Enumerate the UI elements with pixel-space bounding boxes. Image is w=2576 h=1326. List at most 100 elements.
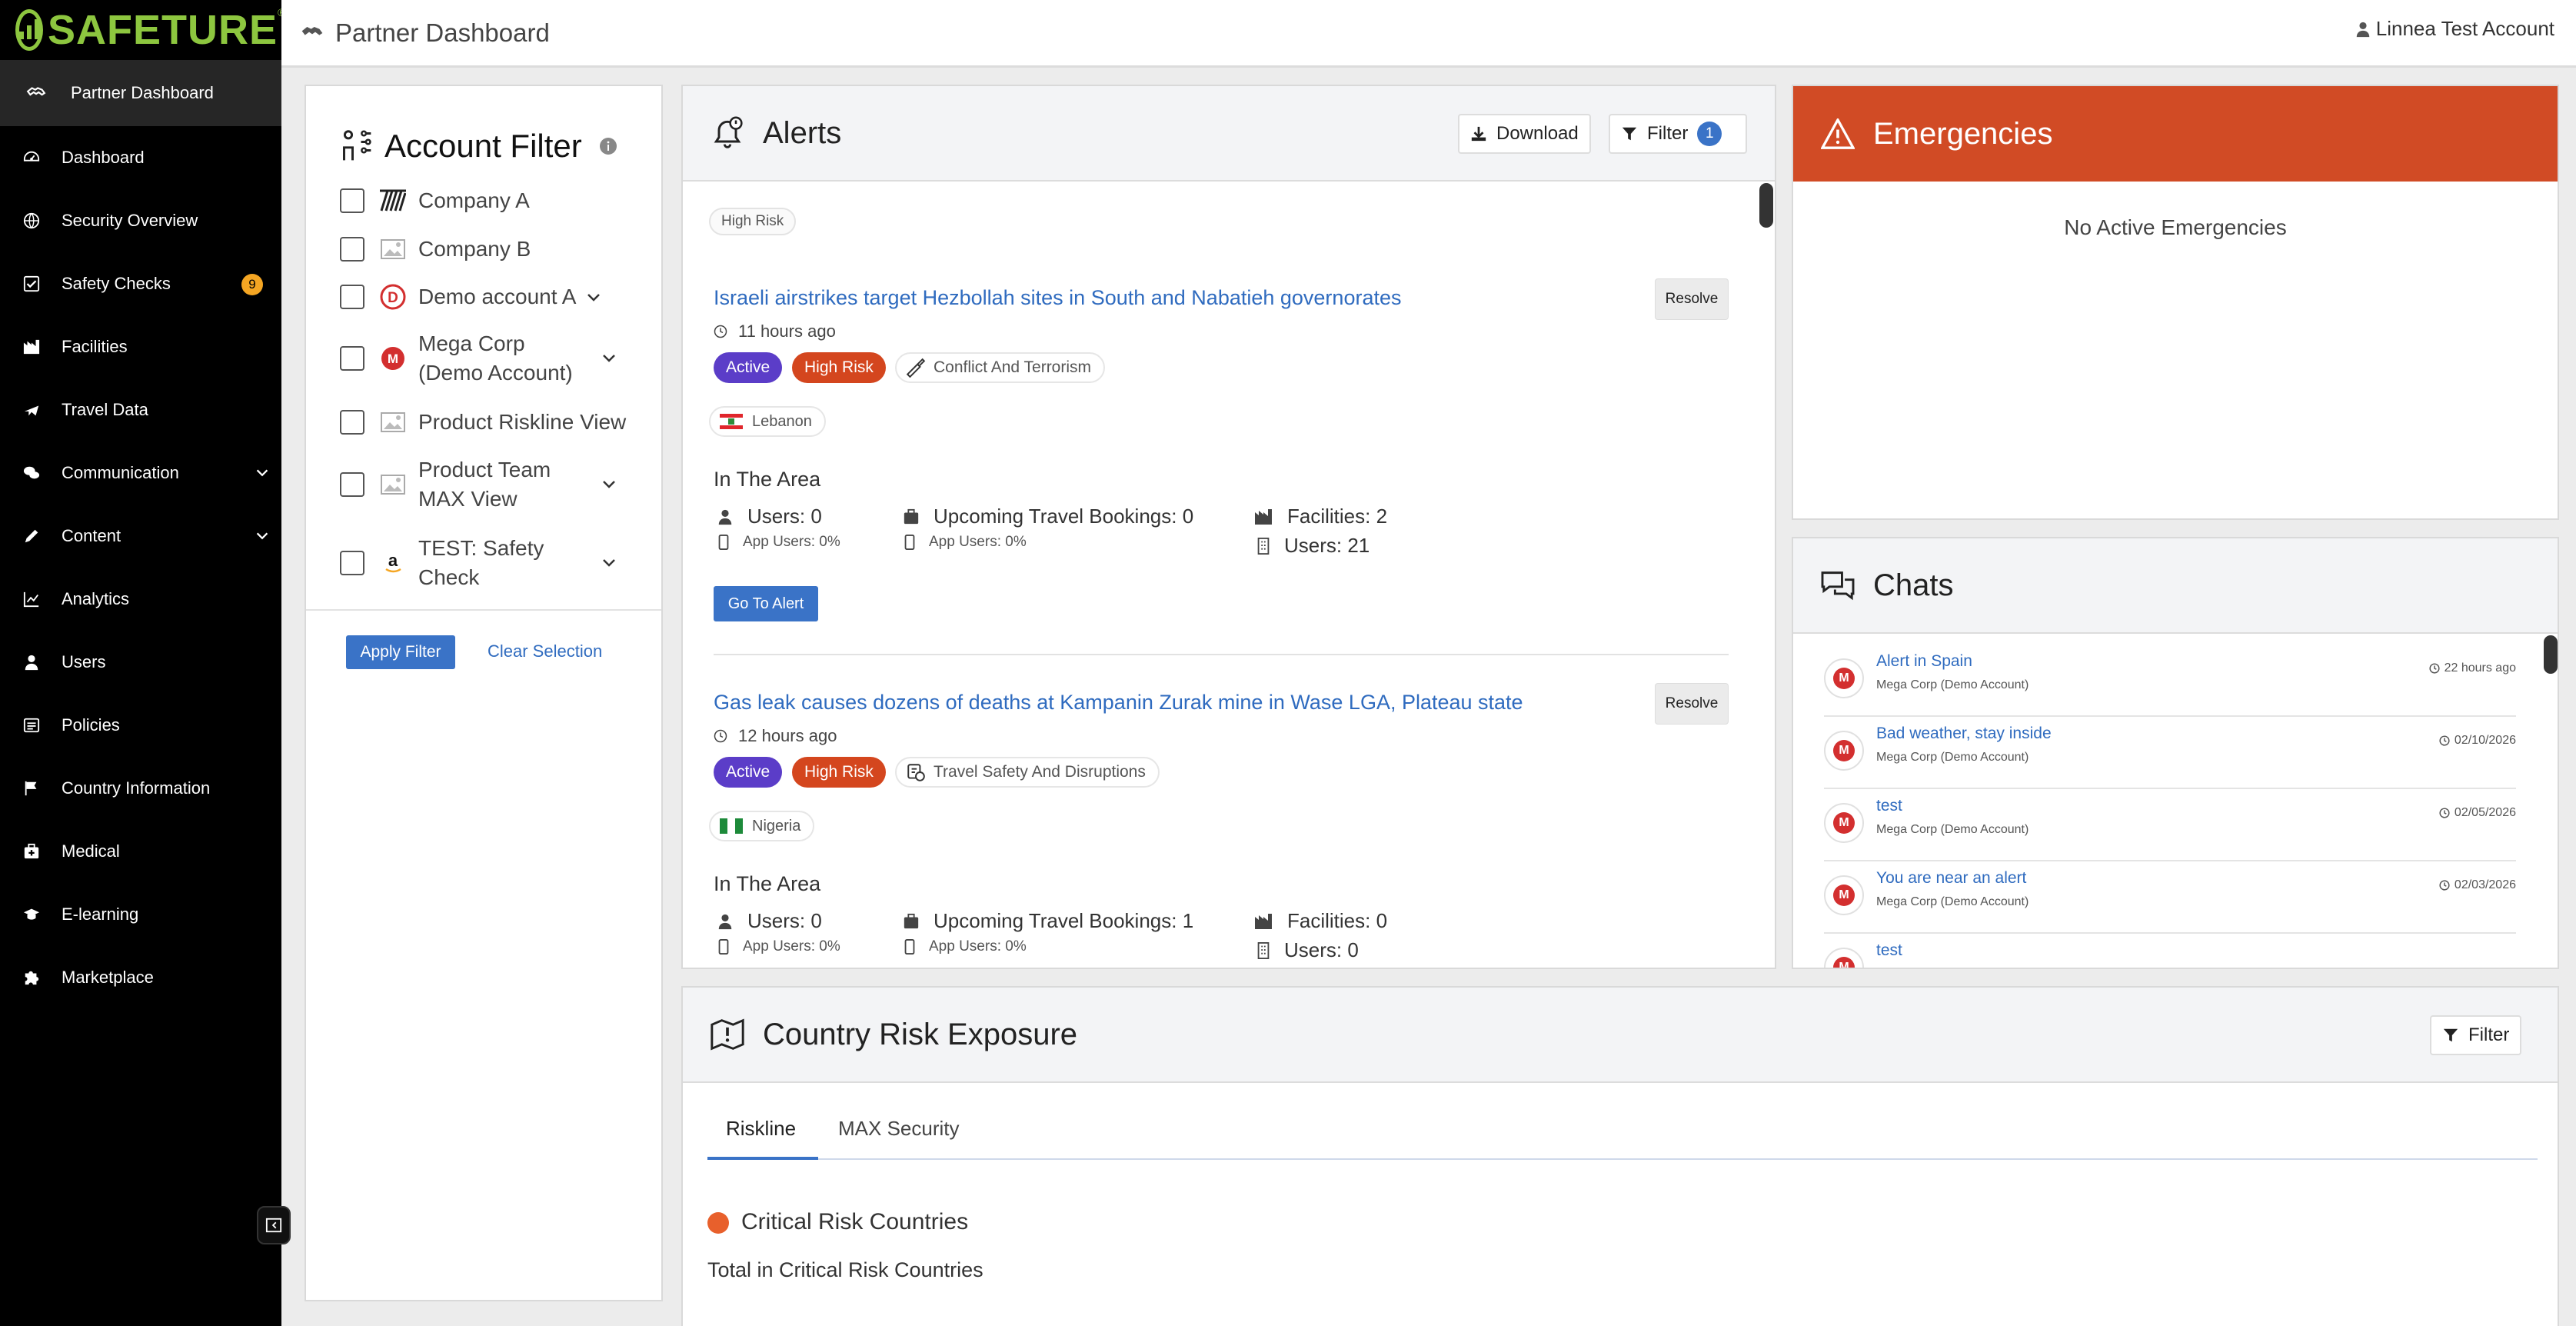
user-icon [22,652,42,672]
active-tab-indicator [707,1157,818,1160]
country-chip: Lebanon [709,406,826,437]
mega-corp-logo-icon: M [1833,812,1855,834]
chevron-down-icon[interactable] [600,554,618,572]
chat-account: Mega Corp (Demo Account) [1876,895,2029,908]
sidebar-item-analytics[interactable]: Analytics [0,568,281,631]
user-icon [718,509,732,525]
resolve-button[interactable]: Resolve [1655,278,1729,320]
account-option-product-team-max-view[interactable]: Product Team MAX View [340,455,632,514]
chat-title[interactable]: test [1876,797,1902,815]
sidebar-item-dashboard[interactable]: Dashboard [0,126,281,189]
alerts-scrollbar[interactable] [1759,183,1773,228]
sidebar-item-content[interactable]: Content [0,505,281,568]
active-filter-chip[interactable]: High Risk [709,208,797,235]
sidebar-item-partner-dashboard[interactable]: Partner Dashboard [0,60,281,126]
alert-title-link[interactable]: Israeli airstrikes target Hezbollah site… [714,286,1401,310]
tab-riskline[interactable]: Riskline [726,1117,796,1141]
avatar: M [1824,948,1864,968]
tab-max-security[interactable]: MAX Security [838,1117,960,1141]
sidebar-item-communication[interactable]: Communication [0,441,281,505]
sidebar-item-users[interactable]: Users [0,631,281,694]
account-name: Company A [418,188,530,212]
chats-header: Chats [1793,538,2558,634]
clear-selection-link[interactable]: Clear Selection [488,641,602,661]
account-checkbox[interactable] [340,237,364,262]
suitcase-icon [904,508,919,524]
alert-title-link[interactable]: Gas leak causes dozens of deaths at Kamp… [714,691,1523,715]
rifle-icon [906,358,926,378]
go-to-alert-button[interactable]: Go To Alert [714,586,818,621]
status-badge: Active [714,757,783,788]
alerts-panel: Alerts Download Filter 1 High Risk Israe… [681,85,1776,969]
account-checkbox[interactable] [340,551,364,575]
sidebar-item-label: Travel Data [62,400,148,419]
chevron-down-icon[interactable] [254,528,271,545]
chats-scrollbar[interactable] [2544,635,2558,674]
chevron-down-icon[interactable] [600,349,618,368]
account-checkbox[interactable] [340,188,364,213]
account-checkbox[interactable] [340,346,364,371]
handshake-icon [26,87,46,96]
bookings-stat: Upcoming Travel Bookings: 1 [903,909,1193,933]
chat-item[interactable]: M Alert in Spain Mega Corp (Demo Account) 2… [1824,645,2516,717]
mobile-icon [904,939,915,955]
facilities-stat: Facilities: 0 [1253,909,1387,933]
account-checkbox[interactable] [340,472,364,497]
resolve-button[interactable]: Resolve [1655,683,1729,725]
facility-users-stat: Users: 0 [1256,938,1359,962]
chevron-down-icon[interactable] [600,475,618,494]
graduation-cap-icon [22,905,42,925]
sidebar-item-facilities[interactable]: Facilities [0,315,281,378]
divider [714,654,1729,655]
company-a-logo-icon [380,188,406,214]
handshake-icon [301,26,323,35]
account-option-company-a[interactable]: Company A [340,186,530,215]
safety-checks-count-badge: 9 [241,274,263,295]
apply-filter-button[interactable]: Apply Filter [346,635,455,669]
download-button[interactable]: Download [1458,114,1591,154]
chat-item[interactable]: Mtest [1824,934,2516,968]
sidebar-item-label: Country Information [62,778,211,798]
info-icon[interactable] [599,137,617,155]
account-option-product-riskline-view[interactable]: Product Riskline View [340,408,626,437]
avatar: M [1824,731,1864,771]
category-chip: Conflict And Terrorism [895,352,1106,383]
logo[interactable]: SAFETURE ® [0,0,285,60]
alerts-filter-button[interactable]: Filter 1 [1609,114,1747,154]
account-name: Demo account A [418,285,577,308]
sidebar-item-travel-data[interactable]: Travel Data [0,378,281,441]
filter-icon [2443,1028,2458,1042]
chat-item[interactable]: Mtest Mega Corp (Demo Account) 02/05/2026 [1824,789,2516,861]
chevron-down-icon[interactable] [254,465,271,481]
clock-icon [2439,880,2450,891]
mobile-icon [904,535,915,550]
sidebar-item-security-overview[interactable]: Security Overview [0,189,281,252]
account-option-mega-corp[interactable]: M Mega Corp (Demo Account) [340,329,632,388]
chat-item[interactable]: M You are near an alert Mega Corp (Demo Ac… [1824,861,2516,934]
sidebar-item-medical[interactable]: Medical [0,820,281,883]
alerts-header: Alerts Download Filter 1 [683,86,1775,182]
chat-title[interactable]: Alert in Spain [1876,652,1972,671]
country-risk-filter-button[interactable]: Filter [2430,1015,2522,1055]
account-option-demo-account-a[interactable]: D Demo account A [340,282,600,312]
chat-title[interactable]: You are near an alert [1876,869,2026,888]
sidebar-item-country-information[interactable]: Country Information [0,757,281,820]
account-checkbox[interactable] [340,285,364,309]
sidebar-item-safety-checks[interactable]: Safety Checks 9 [0,252,281,315]
sidebar-item-marketplace[interactable]: Marketplace [0,946,281,1009]
collapse-sidebar-button[interactable] [257,1206,291,1244]
sidebar-item-label: Communication [62,463,179,482]
chat-item[interactable]: M Bad weather, stay inside Mega Corp (Demo… [1824,717,2516,789]
sidebar-item-e-learning[interactable]: E-learning [0,883,281,946]
sidebar-item-policies[interactable]: Policies [0,694,281,757]
account-option-company-b[interactable]: Company B [340,235,531,264]
account-checkbox[interactable] [340,410,364,435]
user-menu[interactable]: Linnea Test Account [2355,17,2554,41]
chat-title[interactable]: Bad weather, stay inside [1876,725,2052,743]
risk-badge: High Risk [792,757,886,788]
account-option-test-safety-check[interactable]: a TEST: Safety Check [340,534,632,592]
chevron-down-icon[interactable] [584,288,603,307]
chat-title[interactable]: test [1876,941,1902,960]
account-name: Product Riskline View [418,410,627,434]
filter-count-badge: 1 [1697,122,1722,146]
